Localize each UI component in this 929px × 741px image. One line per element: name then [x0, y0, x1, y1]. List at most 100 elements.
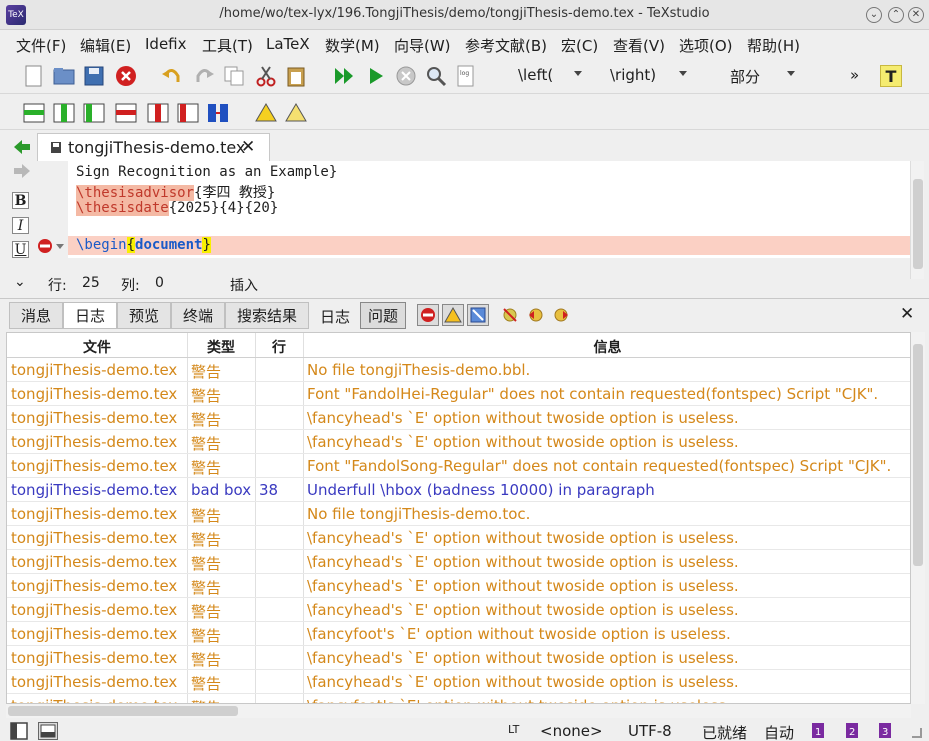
header-type[interactable]: 类型: [187, 337, 255, 357]
table-row[interactable]: tongjiThesis-demo.tex 警告 \fancyfoot's `E' …: [7, 622, 910, 646]
forward-arrow-icon[interactable]: [12, 162, 32, 180]
open-folder-icon[interactable]: [52, 64, 76, 88]
table-row[interactable]: tongjiThesis-demo.tex 警告 \fancyfoot's `E' …: [7, 694, 910, 703]
menu-math[interactable]: 数学(M): [325, 35, 380, 56]
menu-idefix[interactable]: Idefix: [145, 35, 187, 53]
menu-help[interactable]: 帮助(H): [747, 35, 800, 56]
cut-icon[interactable]: [254, 64, 278, 88]
section-combo[interactable]: 部分: [730, 66, 760, 87]
table-cut-column-icon[interactable]: [176, 101, 200, 125]
minimize-icon[interactable]: ⌄: [866, 7, 882, 23]
table-row[interactable]: tongjiThesis-demo.tex 警告 \fancyhead's `E' …: [7, 646, 910, 670]
editor-scroll-thumb[interactable]: [913, 179, 923, 269]
bookmark-2-icon[interactable]: 2: [844, 722, 860, 739]
table-add-row-icon[interactable]: [22, 101, 46, 125]
header-line[interactable]: 行: [255, 337, 303, 357]
fold-arrow-icon[interactable]: [56, 244, 64, 249]
document-tab[interactable]: tongjiThesis-demo.tex ✕: [37, 133, 270, 161]
tab-messages[interactable]: 消息: [9, 302, 63, 329]
show-errors-icon[interactable]: [417, 304, 439, 326]
view-log-icon[interactable]: log: [454, 64, 478, 88]
table-row[interactable]: tongjiThesis-demo.tex 警告 \fancyhead's `E' …: [7, 406, 910, 430]
table-remove-row-icon[interactable]: [114, 101, 138, 125]
table-column-icon[interactable]: [82, 101, 106, 125]
menu-wizard[interactable]: 向导(W): [394, 35, 451, 56]
language-tool-icon[interactable]: LT: [508, 723, 519, 736]
menu-options[interactable]: 选项(O): [679, 35, 733, 56]
table-row[interactable]: tongjiThesis-demo.tex 警告 Font "FandolHei-R…: [7, 382, 910, 406]
encoding-selector[interactable]: UTF-8: [628, 722, 672, 740]
toggle-sidebar-icon[interactable]: [10, 722, 28, 740]
undo-icon[interactable]: [160, 64, 184, 88]
menu-edit[interactable]: 编辑(E): [80, 35, 131, 56]
bookmark-3-icon[interactable]: 3: [877, 722, 893, 739]
build-and-view-icon[interactable]: [332, 64, 356, 88]
show-warnings-icon[interactable]: [442, 304, 464, 326]
log-scroll-thumb[interactable]: [913, 344, 923, 566]
editor-scrollbar[interactable]: [910, 161, 924, 279]
redo-icon[interactable]: [192, 64, 216, 88]
maximize-icon[interactable]: ⌃: [888, 7, 904, 23]
table-row[interactable]: tongjiThesis-demo.tex 警告 Font "FandolSong-…: [7, 454, 910, 478]
menu-view[interactable]: 查看(V): [613, 35, 665, 56]
right-delimiter-combo[interactable]: \right): [610, 66, 656, 84]
table-align-icon[interactable]: [206, 101, 230, 125]
tab-close-icon[interactable]: ✕: [241, 137, 255, 157]
header-info[interactable]: 信息: [303, 337, 910, 357]
auto-mode-label[interactable]: 自动: [764, 722, 794, 741]
header-file[interactable]: 文件: [7, 337, 187, 357]
log-hscroll-thumb[interactable]: [8, 706, 238, 716]
menu-file[interactable]: 文件(F): [16, 35, 66, 56]
left-delimiter-combo[interactable]: \left(: [518, 66, 553, 84]
left-delimiter-arrow-icon[interactable]: [574, 71, 582, 76]
new-file-icon[interactable]: [22, 64, 46, 88]
text-mode-button[interactable]: T: [880, 65, 902, 87]
panel-close-icon[interactable]: ✕: [900, 304, 914, 324]
table-row[interactable]: tongjiThesis-demo.tex bad box 38 Underfull …: [7, 478, 910, 502]
warning-triangle-alt-icon[interactable]: [284, 101, 308, 125]
toggle-panel-icon[interactable]: [38, 722, 58, 740]
table-row[interactable]: tongjiThesis-demo.tex 警告 \fancyhead's `E' …: [7, 430, 910, 454]
tab-search-results[interactable]: 搜索结果: [225, 302, 309, 329]
close-document-icon[interactable]: [114, 64, 138, 88]
warning-triangle-icon[interactable]: [254, 101, 278, 125]
section-arrow-icon[interactable]: [787, 71, 795, 76]
table-row[interactable]: tongjiThesis-demo.tex 警告 \fancyhead's `E' …: [7, 526, 910, 550]
table-row[interactable]: tongjiThesis-demo.tex 警告 \fancyhead's `E' …: [7, 670, 910, 694]
copy-icon[interactable]: [222, 64, 246, 88]
tab-preview[interactable]: 预览: [117, 302, 171, 329]
menu-latex[interactable]: LaTeX: [266, 35, 310, 53]
tab-log[interactable]: 日志: [63, 302, 117, 329]
menu-macros[interactable]: 宏(C): [561, 35, 598, 56]
italic-button[interactable]: I: [12, 217, 29, 234]
log-table-vscrollbar[interactable]: [911, 332, 925, 704]
table-row[interactable]: tongjiThesis-demo.tex 警告 \fancyhead's `E' …: [7, 550, 910, 574]
underline-button[interactable]: U: [12, 241, 29, 258]
collapse-icon[interactable]: ⌄: [14, 274, 26, 290]
code-editor[interactable]: Sign Recognition as an Example} \thesisa…: [68, 161, 910, 258]
resize-grip-icon[interactable]: [912, 728, 922, 738]
paste-icon[interactable]: [284, 64, 308, 88]
insert-mode-label[interactable]: 插入: [230, 275, 258, 295]
table-row[interactable]: tongjiThesis-demo.tex 警告 \fancyhead's `E' …: [7, 598, 910, 622]
table-remove-column-icon[interactable]: [146, 101, 170, 125]
tab-terminal[interactable]: 终端: [171, 302, 225, 329]
stop-compile-icon[interactable]: [394, 64, 418, 88]
clear-marks-icon[interactable]: [499, 304, 521, 326]
table-row[interactable]: tongjiThesis-demo.tex 警告 \fancyhead's `E' …: [7, 574, 910, 598]
menu-tools[interactable]: 工具(T): [202, 35, 253, 56]
table-add-column-icon[interactable]: [52, 101, 76, 125]
next-issue-icon[interactable]: [551, 304, 571, 326]
back-arrow-icon[interactable]: [12, 138, 32, 156]
table-row[interactable]: tongjiThesis-demo.tex 警告 No file tongjiThe…: [7, 502, 910, 526]
bold-button[interactable]: B: [12, 192, 29, 209]
menu-bibliography[interactable]: 参考文献(B): [465, 35, 547, 56]
compile-icon[interactable]: [364, 64, 388, 88]
show-badboxes-icon[interactable]: [467, 304, 489, 326]
toolbar-overflow-button[interactable]: »: [850, 66, 859, 84]
right-delimiter-arrow-icon[interactable]: [679, 71, 687, 76]
previous-issue-icon[interactable]: [526, 304, 546, 326]
issues-toggle-button[interactable]: 问题: [360, 302, 406, 329]
log-table-hscrollbar[interactable]: [6, 704, 911, 718]
save-icon[interactable]: [82, 64, 106, 88]
